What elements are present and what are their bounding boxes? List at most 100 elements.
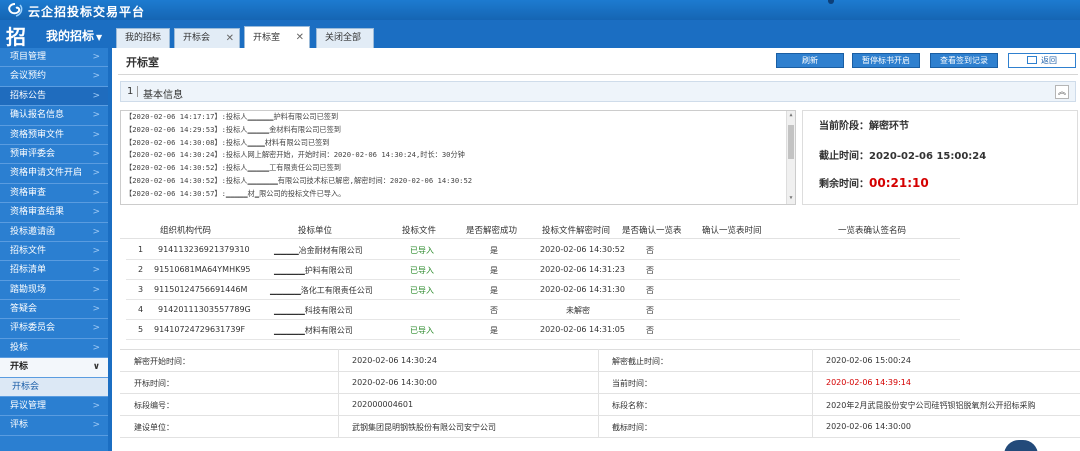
tab-label: 关闭全部 xyxy=(325,33,362,43)
scroll-up-icon[interactable]: ▲ xyxy=(787,112,795,120)
sidebar-item-bid-opening[interactable]: 开标 ∨ xyxy=(0,358,108,378)
log-line: 【2020-02-06 14:30:24】:投标人网上解密开始，开始时间：202… xyxy=(125,150,465,160)
sidebar-item-label: 资格申请文件开启 xyxy=(10,168,83,179)
sidebar-item-label: 确认报名信息 xyxy=(10,110,65,121)
pause-opening-button[interactable]: 暂停标书开启 xyxy=(852,53,920,68)
chevron-right-icon: > xyxy=(92,168,100,179)
chevron-right-icon: > xyxy=(92,420,100,431)
my-bid-menu[interactable]: 我的招标 ▼ xyxy=(46,27,102,44)
sidebar-item-invitation[interactable]: 投标邀请函 > xyxy=(0,223,108,242)
sidebar-item-qualification-review[interactable]: 资格审查 > xyxy=(0,184,108,204)
tab-close-all[interactable]: 关闭全部 xyxy=(316,28,374,48)
chevron-right-icon: > xyxy=(92,90,100,101)
org-code: 91510681MA64YMHK95 xyxy=(154,265,251,274)
scroll-down-icon[interactable]: ▼ xyxy=(787,195,795,203)
event-log[interactable]: 【2020-02-06 14:17:17】:投标人▁▁▁▁▁▁护料有限公司已签到… xyxy=(120,110,796,205)
current-time-value: 2020-02-06 14:39:14 xyxy=(826,378,911,387)
org-code: 9115012475669​1446M xyxy=(154,285,248,294)
file-status: 已导入 xyxy=(410,266,434,275)
section-basic-info-header: 1 基本信息 ︽ xyxy=(120,81,1076,102)
info-label: 解密截止时间： xyxy=(612,357,668,366)
table-row[interactable]: 1 91411323692137931​0 ▁▁▁▁冶金耐材有限公司 已导入 是… xyxy=(126,241,960,260)
confirm-status: 否 xyxy=(646,306,654,315)
table-row[interactable]: 3 9115012475669​1446M ▁▁▁▁▁洛化工有限责任公司 已导入… xyxy=(126,281,960,300)
chevron-down-icon: ∨ xyxy=(92,362,100,373)
decrypt-status: 是 xyxy=(490,286,498,295)
divider xyxy=(118,74,1078,75)
info-label: 解密开始时间： xyxy=(134,357,190,366)
sidebar-item-tender-docs[interactable]: 招标文件 > xyxy=(0,242,108,262)
caret-down-icon: ▼ xyxy=(96,33,103,42)
sidebar-item-bidding[interactable]: 投标 > xyxy=(0,339,108,359)
table-row[interactable]: 2 91510681MA64YMHK95 ▁▁▁▁▁护料有限公司 已导入 是 2… xyxy=(126,261,960,280)
divider xyxy=(812,349,813,437)
sidebar-item-review-results[interactable]: 资格审查结果 > xyxy=(0,203,108,223)
sidebar-item-confirm-registration[interactable]: 确认报名信息 > xyxy=(0,106,108,126)
tab-my-bids[interactable]: 我的招标 xyxy=(116,28,170,48)
row-number: 3 xyxy=(138,285,144,294)
sidebar-item-qa-meeting[interactable]: 答疑会 > xyxy=(0,300,108,320)
sidebar: 项目管理 > 会议预约 > 招标公告 > 确认报名信息 > 资格预审文件 > 预审评委会 >… xyxy=(0,48,108,451)
decrypt-status: 是 xyxy=(490,266,498,275)
confirm-status: 否 xyxy=(646,286,654,295)
chevron-right-icon: > xyxy=(92,265,100,276)
sidebar-subitem-opening-meeting[interactable]: 开标会 xyxy=(0,377,108,398)
section-title: 基本信息 xyxy=(143,90,183,101)
sidebar-item-evaluation-committee[interactable]: 评标委员会 > xyxy=(0,319,108,339)
close-icon[interactable]: ✕ xyxy=(226,29,234,48)
info-row: 解密开始时间： 2020-02-06 14:30:24 解密截止时间： 2020… xyxy=(120,350,1080,372)
sidebar-item-tender-notice[interactable]: 招标公告 > xyxy=(0,86,108,107)
scroll-thumb[interactable] xyxy=(788,125,794,159)
remaining-time-label: 剩余时间： xyxy=(819,179,869,190)
info-row: 建设单位： 武钢集团昆明钢铁股份有限公司安宁公司 截标时间： 2020-02-0… xyxy=(120,416,1080,438)
back-button[interactable]: 返回 xyxy=(1008,53,1076,68)
decrypt-status: 否 xyxy=(490,306,498,315)
confirm-status: 否 xyxy=(646,326,654,335)
bid-section-info: 解密开始时间： 2020-02-06 14:30:24 解密截止时间： 2020… xyxy=(120,349,1080,439)
info-value: 202000004601 xyxy=(352,400,414,409)
info-value: 2020-02-06 14:30:00 xyxy=(826,422,911,431)
confirm-status: 否 xyxy=(646,246,654,255)
tab-label: 开标会 xyxy=(183,33,211,43)
divider xyxy=(338,349,339,437)
table-row[interactable]: 5 91410724729631739F ▁▁▁▁▁材料有限公司 已导入 是 2… xyxy=(126,321,960,340)
sidebar-item-project-management[interactable]: 项目管理 > xyxy=(0,48,108,68)
column-header: 投标文件解密时间 xyxy=(542,226,611,236)
close-icon[interactable]: ✕ xyxy=(296,27,304,49)
sidebar-item-objection-management[interactable]: 异议管理 > xyxy=(0,397,108,417)
decrypt-time: 2020-02-06 14:31:05 xyxy=(540,325,625,334)
tab-bid-opening-room[interactable]: 开标室 ✕ xyxy=(244,26,310,48)
refresh-button[interactable]: 刷新 xyxy=(776,53,844,68)
current-phase-value: 解密环节 xyxy=(869,121,909,132)
decrypt-time: 未解密 xyxy=(566,306,590,315)
sidebar-item-tender-list[interactable]: 招标清单 > xyxy=(0,261,108,281)
sidebar-item-qualification-opening[interactable]: 资格申请文件开启 > xyxy=(0,164,108,184)
sidebar-item-label: 踏勘现场 xyxy=(10,284,47,295)
double-chevron-up-icon[interactable]: ︽ xyxy=(1055,85,1069,99)
chevron-right-icon: > xyxy=(92,207,100,218)
log-scrollbar[interactable]: ▲ ▼ xyxy=(786,111,795,204)
section-number: 1 xyxy=(127,86,139,97)
tab-bid-opening-meeting[interactable]: 开标会 ✕ xyxy=(174,28,240,48)
chevron-right-icon: > xyxy=(92,52,100,62)
info-row: 开标时间： 2020-02-06 14:30:00 当前时间： 2020-02-… xyxy=(120,372,1080,394)
sidebar-item-meeting-booking[interactable]: 会议预约 > xyxy=(0,67,108,87)
info-value: 2020年2月武昆股份安宁公司硅钙钡铝脱氧剂公开招标采购 xyxy=(826,401,1036,410)
sidebar-item-evaluation[interactable]: 评标 > xyxy=(0,416,108,436)
deadline: 截止时间：2020-02-06 15:00:24 xyxy=(819,147,986,162)
sidebar-item-site-survey[interactable]: 踏勘现场 > xyxy=(0,281,108,301)
file-status: 已导入 xyxy=(410,326,434,335)
chevron-right-icon: > xyxy=(92,401,100,412)
file-status: 已导入 xyxy=(410,246,434,255)
sidebar-item-prequal-docs[interactable]: 资格预审文件 > xyxy=(0,126,108,145)
info-value: 武钢集团昆明钢铁股份有限公司安宁公司 xyxy=(352,423,496,432)
table-row[interactable]: 4 9142011130355778​9G ▁▁▁▁▁科技有限公司 否 未解密 … xyxy=(126,301,960,320)
sidebar-item-prequal-committee[interactable]: 预审评委会 > xyxy=(0,145,108,165)
remaining-time-value: 00:21:10 xyxy=(869,176,929,190)
chevron-right-icon: > xyxy=(92,71,100,82)
view-sign-record-button[interactable]: 查看签到记录 xyxy=(930,53,998,68)
decrypt-time: 2020-02-06 14:31:30 xyxy=(540,285,625,294)
back-arrow-icon xyxy=(1027,56,1037,64)
chevron-right-icon: > xyxy=(92,129,100,140)
decrypt-time: 2020-02-06 14:30:52 xyxy=(540,245,625,254)
